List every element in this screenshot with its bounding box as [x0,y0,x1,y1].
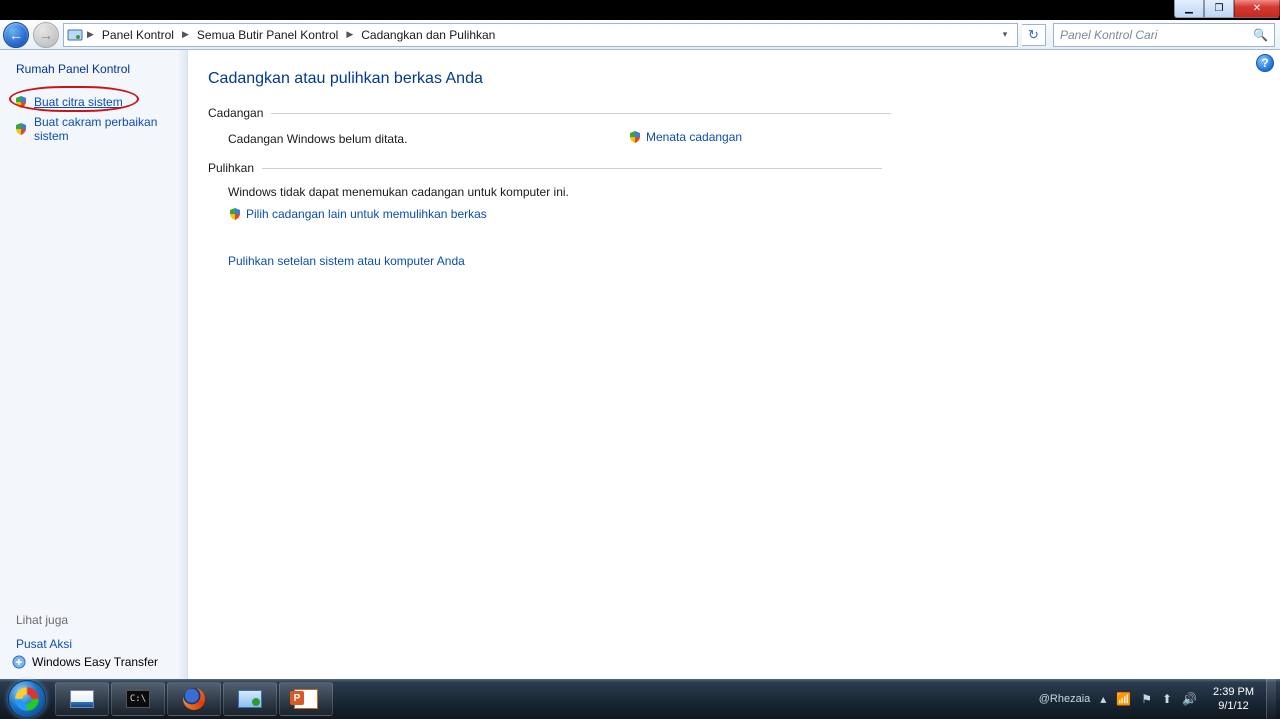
control-panel-icon [67,27,83,43]
select-other-backup-link[interactable]: Pilih cadangan lain untuk memulihkan ber… [228,207,487,221]
help-button[interactable]: ? [1256,54,1274,72]
chevron-right-icon: ▶ [180,29,191,40]
select-other-backup-label: Pilih cadangan lain untuk memulihkan ber… [246,207,487,221]
shield-icon [628,130,642,144]
sidebar-footer-label: Windows Easy Transfer [32,655,158,669]
action-center-icon[interactable]: ⚑ [1141,692,1152,706]
forward-button[interactable]: → [33,22,59,48]
taskbar-app-firefox[interactable] [167,682,221,716]
firefox-icon [183,688,205,710]
taskbar-app-cmd[interactable]: C:\ [111,682,165,716]
divider [271,113,891,114]
clock-time: 2:39 PM [1213,685,1254,699]
system-tray: @Rhezaia ▴ 📶 ⚑ ⬆ 🔊 2:39 PM 9/1/12 [1039,685,1266,713]
page-title: Cadangkan atau pulihkan berkas Anda [208,70,1240,88]
refresh-button[interactable]: ↻ [1022,24,1046,46]
minimize-icon: ▁ [1185,3,1193,14]
clock-date: 9/1/12 [1213,699,1254,713]
chevron-right-icon: ▶ [85,29,96,40]
updates-icon[interactable]: ⬆ [1162,692,1172,706]
backup-status-text: Cadangan Windows belum ditata. [208,132,628,146]
restore-status-text: Windows tidak dapat menemukan cadangan u… [228,185,1240,199]
control-panel-home-link[interactable]: Rumah Panel Kontrol [12,62,179,76]
help-icon: ? [1261,56,1268,70]
breadcrumb-item-panel-kontrol[interactable]: Panel Kontrol [98,26,178,44]
taskbar: C:\ @Rhezaia ▴ 📶 ⚑ ⬆ 🔊 2:39 PM 9/1/12 [0,679,1280,719]
breadcrumb-bar[interactable]: ▶ Panel Kontrol ▶ Semua Butir Panel Kont… [63,23,1018,47]
search-icon: 🔍 [1253,28,1268,42]
tray-chevron-up-icon[interactable]: ▴ [1100,692,1106,706]
search-box[interactable]: 🔍 [1053,23,1275,47]
control-panel-icon [238,690,262,708]
arrow-left-icon: ← [9,27,23,43]
taskbar-app-powerpoint[interactable] [279,682,333,716]
sidebar-link-system-image[interactable]: Buat citra sistem [12,92,179,112]
powerpoint-icon [294,689,318,709]
volume-icon[interactable]: 🔊 [1182,692,1197,706]
breadcrumb-item-semua-butir[interactable]: Semua Butir Panel Kontrol [193,26,342,44]
main-content: ? Cadangkan atau pulihkan berkas Anda Ca… [188,50,1280,679]
sidebar-footer-link-action-center[interactable]: Pusat Aksi [12,633,179,655]
restore-section-heading: Pulihkan [208,161,254,175]
arrow-right-icon: → [39,27,53,43]
setup-backup-label: Menata cadangan [646,130,742,144]
explorer-icon [70,690,94,708]
divider [262,168,882,169]
sidebar-link-label: Buat cakram perbaikan sistem [34,115,179,143]
taskbar-clock[interactable]: 2:39 PM 9/1/12 [1207,685,1262,713]
back-button[interactable]: ← [3,22,29,48]
start-button[interactable] [0,679,54,719]
sidebar: Rumah Panel Kontrol Buat citra sistem Bu… [0,50,188,679]
taskbar-app-control-panel[interactable] [223,682,277,716]
setup-backup-link[interactable]: Menata cadangan [628,130,742,144]
sidebar-link-label: Buat citra sistem [34,95,123,109]
minimize-button[interactable]: ▁ [1174,0,1204,18]
search-input[interactable] [1060,28,1253,42]
breadcrumb-dropdown-button[interactable]: ▾ [996,29,1014,40]
address-toolbar: ← → ▶ Panel Kontrol ▶ Semua Butir Panel … [0,20,1280,50]
maximize-icon: ❐ [1215,3,1224,14]
shield-icon [228,207,242,221]
chevron-right-icon: ▶ [344,29,355,40]
recover-system-settings-link[interactable]: Pulihkan setelan sistem atau komputer An… [228,254,465,268]
cmd-icon: C:\ [126,690,150,708]
sidebar-link-repair-disc[interactable]: Buat cakram perbaikan sistem [12,112,179,146]
windows-logo-icon [8,680,46,718]
refresh-icon: ↻ [1028,27,1039,43]
tray-user-label: @Rhezaia [1039,693,1091,705]
maximize-button[interactable]: ❐ [1204,0,1234,18]
see-also-heading: Lihat juga [16,613,179,627]
close-icon: ✕ [1253,3,1261,14]
taskbar-app-explorer[interactable] [55,682,109,716]
close-button[interactable]: ✕ [1234,0,1280,18]
network-icon[interactable]: 📶 [1116,692,1131,706]
shield-icon [14,122,28,136]
sidebar-footer-link-easy-transfer[interactable]: Windows Easy Transfer [12,655,179,669]
shield-icon [14,95,28,109]
transfer-icon [12,655,26,669]
breadcrumb-item-cadangkan[interactable]: Cadangkan dan Pulihkan [357,26,499,44]
backup-section-heading: Cadangan [208,106,263,120]
show-desktop-button[interactable] [1266,679,1276,719]
